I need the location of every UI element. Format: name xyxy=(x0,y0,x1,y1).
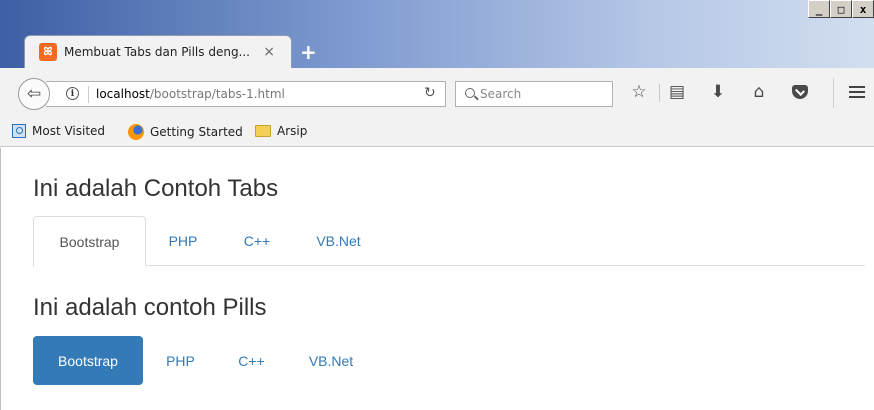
xampp-favicon-icon: ꕤ xyxy=(39,43,57,61)
window-titlebar: _ □ x ꕤ Membuat Tabs dan Pills deng... ×… xyxy=(0,0,874,68)
bookmark-arsip[interactable]: Arsip xyxy=(255,124,307,138)
bookmarks-menu-icon[interactable]: ▤ xyxy=(665,80,689,104)
tab-close-icon[interactable]: × xyxy=(263,44,275,60)
reload-icon[interactable]: ↻ xyxy=(424,85,436,101)
url-separator xyxy=(88,86,89,103)
folder-icon xyxy=(255,125,271,137)
url-host: localhost xyxy=(96,87,150,101)
pill-bootstrap[interactable]: Bootstrap xyxy=(33,336,143,385)
pill-cpp[interactable]: C++ xyxy=(218,336,285,385)
bookmark-getting-started[interactable]: Getting Started xyxy=(128,124,243,140)
tab-cpp[interactable]: C++ xyxy=(222,216,292,266)
home-icon[interactable]: ⌂ xyxy=(747,80,771,104)
close-window-button[interactable]: x xyxy=(852,0,874,18)
url-path: /bootstrap/tabs-1.html xyxy=(149,87,285,101)
window-controls: _ □ x xyxy=(808,0,874,20)
maximize-button[interactable]: □ xyxy=(830,0,852,18)
pills-heading: Ini adalah contoh Pills xyxy=(33,294,267,321)
pill-php[interactable]: PHP xyxy=(147,336,214,385)
toolbar-divider-2 xyxy=(833,78,834,108)
bookmark-star-icon[interactable]: ☆ xyxy=(627,80,651,104)
tabs-heading: Ini adalah Contoh Tabs xyxy=(33,175,279,202)
search-bar[interactable] xyxy=(455,81,613,107)
bookmark-label: Getting Started xyxy=(150,125,243,139)
browser-tab-title: Membuat Tabs dan Pills deng... xyxy=(64,45,250,59)
new-tab-button[interactable]: + xyxy=(300,40,317,64)
site-info-icon[interactable]: i xyxy=(66,87,79,100)
bookmark-label: Most Visited xyxy=(32,124,106,138)
tab-bootstrap[interactable]: Bootstrap xyxy=(33,216,146,267)
page-content: Ini adalah Contoh Tabs Bootstrap PHP C++… xyxy=(0,148,874,410)
bookmark-most-visited[interactable]: Most Visited xyxy=(12,124,105,138)
minimize-button[interactable]: _ xyxy=(808,0,830,18)
most-visited-icon xyxy=(12,124,26,138)
search-icon xyxy=(465,88,475,98)
bookmarks-toolbar: Most Visited Getting Started Arsip xyxy=(0,118,874,147)
tabs-nav: Bootstrap PHP C++ VB.Net xyxy=(33,216,865,267)
bookmark-label: Arsip xyxy=(277,124,308,138)
pill-vbnet[interactable]: VB.Net xyxy=(289,336,373,385)
search-input[interactable] xyxy=(480,86,606,102)
url-bar[interactable]: i localhost/bootstrap/tabs-1.html ↻ xyxy=(46,81,446,107)
pills-nav: Bootstrap PHP C++ VB.Net xyxy=(33,336,433,385)
back-button[interactable]: ⇦ xyxy=(18,78,50,110)
pocket-icon[interactable] xyxy=(788,80,812,104)
downloads-icon[interactable]: ⬇ xyxy=(706,80,730,104)
toolbar-divider xyxy=(659,84,660,102)
tab-php[interactable]: PHP xyxy=(148,216,218,266)
browser-tab-active[interactable]: ꕤ Membuat Tabs dan Pills deng... × xyxy=(24,35,292,68)
menu-icon[interactable] xyxy=(845,80,869,104)
navigation-toolbar: i localhost/bootstrap/tabs-1.html ↻ ⇦ ☆ … xyxy=(0,68,874,118)
tab-vbnet[interactable]: VB.Net xyxy=(296,216,381,266)
url-text[interactable]: localhost/bootstrap/tabs-1.html xyxy=(96,87,285,101)
back-arrow-icon: ⇦ xyxy=(26,84,42,104)
firefox-icon xyxy=(128,124,144,140)
